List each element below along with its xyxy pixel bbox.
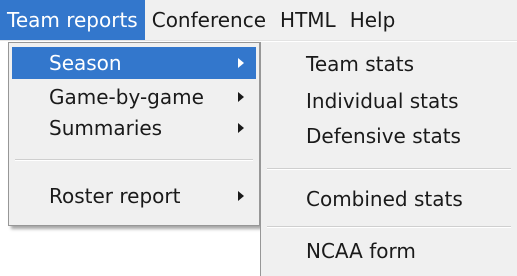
menu-html[interactable]: HTML bbox=[273, 0, 343, 40]
submenu-item-ncaa-form[interactable]: NCAA form bbox=[261, 233, 517, 269]
menu-conference[interactable]: Conference bbox=[145, 0, 273, 40]
menu-item-season-label: Season bbox=[49, 51, 122, 75]
season-submenu: Team stats Individual stats Defensive st… bbox=[260, 42, 517, 276]
chevron-right-icon bbox=[238, 123, 244, 133]
menu-separator bbox=[15, 159, 253, 161]
menu-item-summaries[interactable]: Summaries bbox=[12, 112, 256, 144]
menu-item-summaries-label: Summaries bbox=[49, 116, 163, 140]
menu-help[interactable]: Help bbox=[343, 0, 403, 40]
submenu-item-ncaa-form-label: NCAA form bbox=[306, 239, 416, 263]
chevron-right-icon bbox=[238, 58, 244, 68]
menu-item-game-by-game-label: Game-by-game bbox=[49, 85, 204, 109]
chevron-right-icon bbox=[238, 92, 244, 102]
submenu-item-defensive-stats[interactable]: Defensive stats bbox=[261, 118, 517, 154]
menu-item-season[interactable]: Season bbox=[12, 47, 256, 79]
chevron-right-icon bbox=[238, 191, 244, 201]
submenu-item-individual-stats[interactable]: Individual stats bbox=[261, 83, 517, 119]
menu-item-game-by-game[interactable]: Game-by-game bbox=[12, 81, 256, 113]
submenu-separator bbox=[267, 226, 511, 228]
menu-html-label: HTML bbox=[280, 8, 336, 32]
menu-help-label: Help bbox=[349, 8, 396, 32]
submenu-item-individual-stats-label: Individual stats bbox=[306, 89, 459, 113]
menu-team-reports-label: Team reports bbox=[7, 8, 138, 32]
submenu-item-team-stats[interactable]: Team stats bbox=[261, 46, 517, 82]
submenu-item-team-stats-label: Team stats bbox=[306, 52, 414, 76]
submenu-item-combined-stats-label: Combined stats bbox=[306, 187, 463, 211]
submenu-item-combined-stats[interactable]: Combined stats bbox=[261, 181, 517, 217]
menu-bar: Team reports Conference HTML Help bbox=[0, 0, 517, 41]
submenu-separator bbox=[267, 168, 511, 170]
submenu-item-defensive-stats-label: Defensive stats bbox=[306, 124, 461, 148]
menu-item-roster-report-label: Roster report bbox=[49, 184, 181, 208]
menu-item-roster-report[interactable]: Roster report bbox=[12, 180, 256, 212]
team-reports-dropdown: Season Game-by-game Summaries Roster rep… bbox=[8, 42, 260, 226]
menu-conference-label: Conference bbox=[151, 8, 267, 32]
menu-team-reports[interactable]: Team reports bbox=[0, 0, 145, 40]
